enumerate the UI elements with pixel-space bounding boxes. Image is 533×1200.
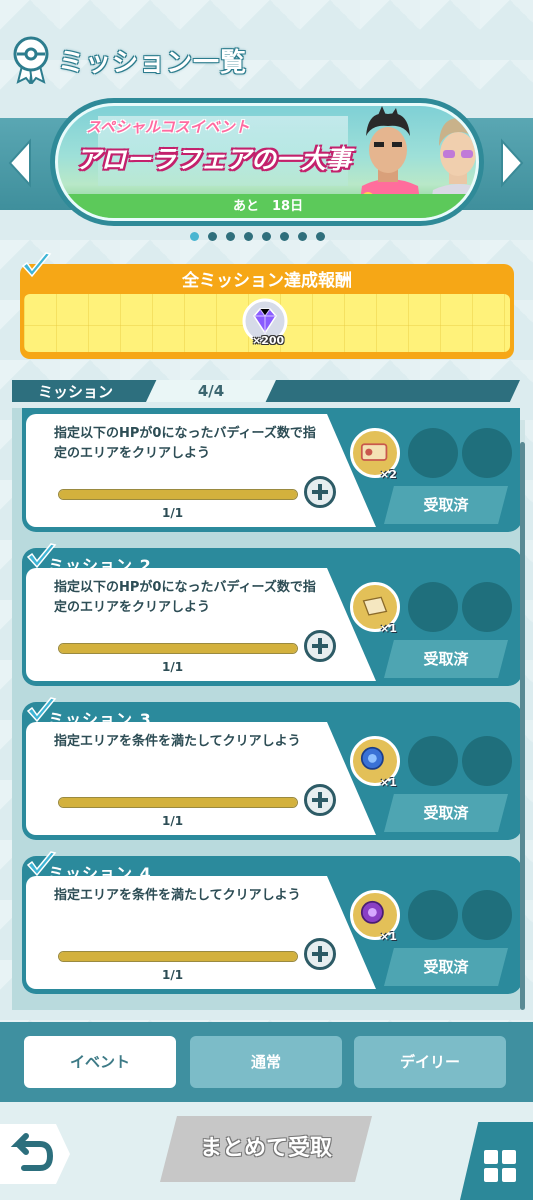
all-mission-reward: 全ミッション達成報酬 ×200 <box>20 264 514 359</box>
empty-slot <box>408 428 458 478</box>
plus-icon[interactable] <box>304 630 336 662</box>
mission-progress-bar <box>58 797 298 808</box>
mission-description: 指定エリアを条件を満たしてクリアしよう <box>54 734 301 749</box>
mission-progress-bar <box>58 643 298 654</box>
pagination-dot[interactable] <box>316 232 325 241</box>
mission-title: ミッション 3 <box>48 710 152 729</box>
mission-description: 指定エリアを条件を満たしてクリアしよう <box>54 888 301 903</box>
empty-slot <box>408 582 458 632</box>
banner-pagination <box>190 232 325 244</box>
mission-fraction: 1/1 <box>162 968 184 982</box>
reward-grid: ×200 <box>24 294 510 352</box>
mission-card: 指定以下のHPが0になったバディーズ数で指定のエリアをクリアしよう 1/1 ×2… <box>22 408 520 532</box>
scrollbar-thumb[interactable] <box>520 442 525 1010</box>
tab-event[interactable]: イベント <box>24 1036 176 1088</box>
claimed-button[interactable]: 受取済 <box>384 794 508 832</box>
mission-card: ミッション 2 指定以下のHPが0になったバディーズ数で指定のエリアをクリアしよ… <box>22 543 520 686</box>
mission-title: ミッション 4 <box>48 864 152 883</box>
collect-all-button[interactable]: まとめて受取 <box>160 1116 372 1182</box>
pagination-dot[interactable] <box>226 232 235 241</box>
banner-title: アローラフェアの一大事 <box>76 145 352 174</box>
plus-icon[interactable] <box>304 938 336 970</box>
mission-progress: 4/4 <box>146 380 276 402</box>
mission-progress-bar <box>58 951 298 962</box>
prev-banner-icon[interactable] <box>6 135 36 191</box>
item-count: ×1 <box>380 776 397 789</box>
plus-icon[interactable] <box>304 476 336 508</box>
event-banner[interactable]: スペシャルコスイベント アローラフェアの一大事 あと 18日 <box>50 98 484 226</box>
empty-slot <box>408 736 458 786</box>
medal-icon <box>13 36 49 84</box>
mission-fraction: 1/1 <box>162 506 184 520</box>
empty-slot <box>462 582 512 632</box>
mission-title: ミッション 2 <box>48 556 152 575</box>
mission-progress-bar <box>58 489 298 500</box>
pagination-dot[interactable] <box>208 232 217 241</box>
empty-slot <box>408 890 458 940</box>
banner-remaining-days: あと 18日 <box>233 199 304 214</box>
banner-subtitle: スペシャルコスイベント <box>86 118 250 136</box>
empty-slot <box>462 736 512 786</box>
mission-description: 指定以下のHPが0になったバディーズ数で指定のエリアをクリアしよう <box>54 580 316 615</box>
pagination-dot[interactable] <box>190 232 199 241</box>
mission-description: 指定以下のHPが0になったバディーズ数で指定のエリアをクリアしよう <box>54 426 316 461</box>
header: ミッション一覧 <box>0 30 533 90</box>
mission-card: ミッション 4 指定エリアを条件を満たしてクリアしよう 1/1 ×1 受取済 <box>22 851 520 994</box>
tab-normal[interactable]: 通常 <box>190 1036 342 1088</box>
mission-header-label: ミッション <box>38 383 114 401</box>
reward-count: ×200 <box>252 334 285 347</box>
empty-slot <box>462 428 512 478</box>
pagination-dot[interactable] <box>280 232 289 241</box>
item-count: ×2 <box>380 468 397 481</box>
mission-fraction: 1/1 <box>162 814 184 828</box>
tab-daily[interactable]: デイリー <box>354 1036 506 1088</box>
plus-icon[interactable] <box>304 784 336 816</box>
all-mission-reward-title: 全ミッション達成報酬 <box>182 271 352 291</box>
empty-slot <box>462 890 512 940</box>
claimed-button[interactable]: 受取済 <box>384 640 508 678</box>
claimed-button[interactable]: 受取済 <box>384 486 508 524</box>
mission-fraction: 1/1 <box>162 660 184 674</box>
checkmark-icon <box>21 252 52 278</box>
claimed-button[interactable]: 受取済 <box>384 948 508 986</box>
item-count: ×1 <box>380 930 397 943</box>
next-banner-icon[interactable] <box>496 135 526 191</box>
page-title: ミッション一覧 <box>58 48 248 78</box>
pagination-dot[interactable] <box>244 232 253 241</box>
item-count: ×1 <box>380 622 397 635</box>
pagination-dot[interactable] <box>262 232 271 241</box>
back-arrow-icon <box>10 1133 54 1171</box>
mission-list[interactable]: 指定以下のHPが0になったバディーズ数で指定のエリアをクリアしよう 1/1 ×2… <box>12 408 520 1010</box>
pagination-dot[interactable] <box>298 232 307 241</box>
mission-card: ミッション 3 指定エリアを条件を満たしてクリアしよう 1/1 ×1 受取済 <box>22 697 520 840</box>
back-button[interactable] <box>0 1124 70 1184</box>
